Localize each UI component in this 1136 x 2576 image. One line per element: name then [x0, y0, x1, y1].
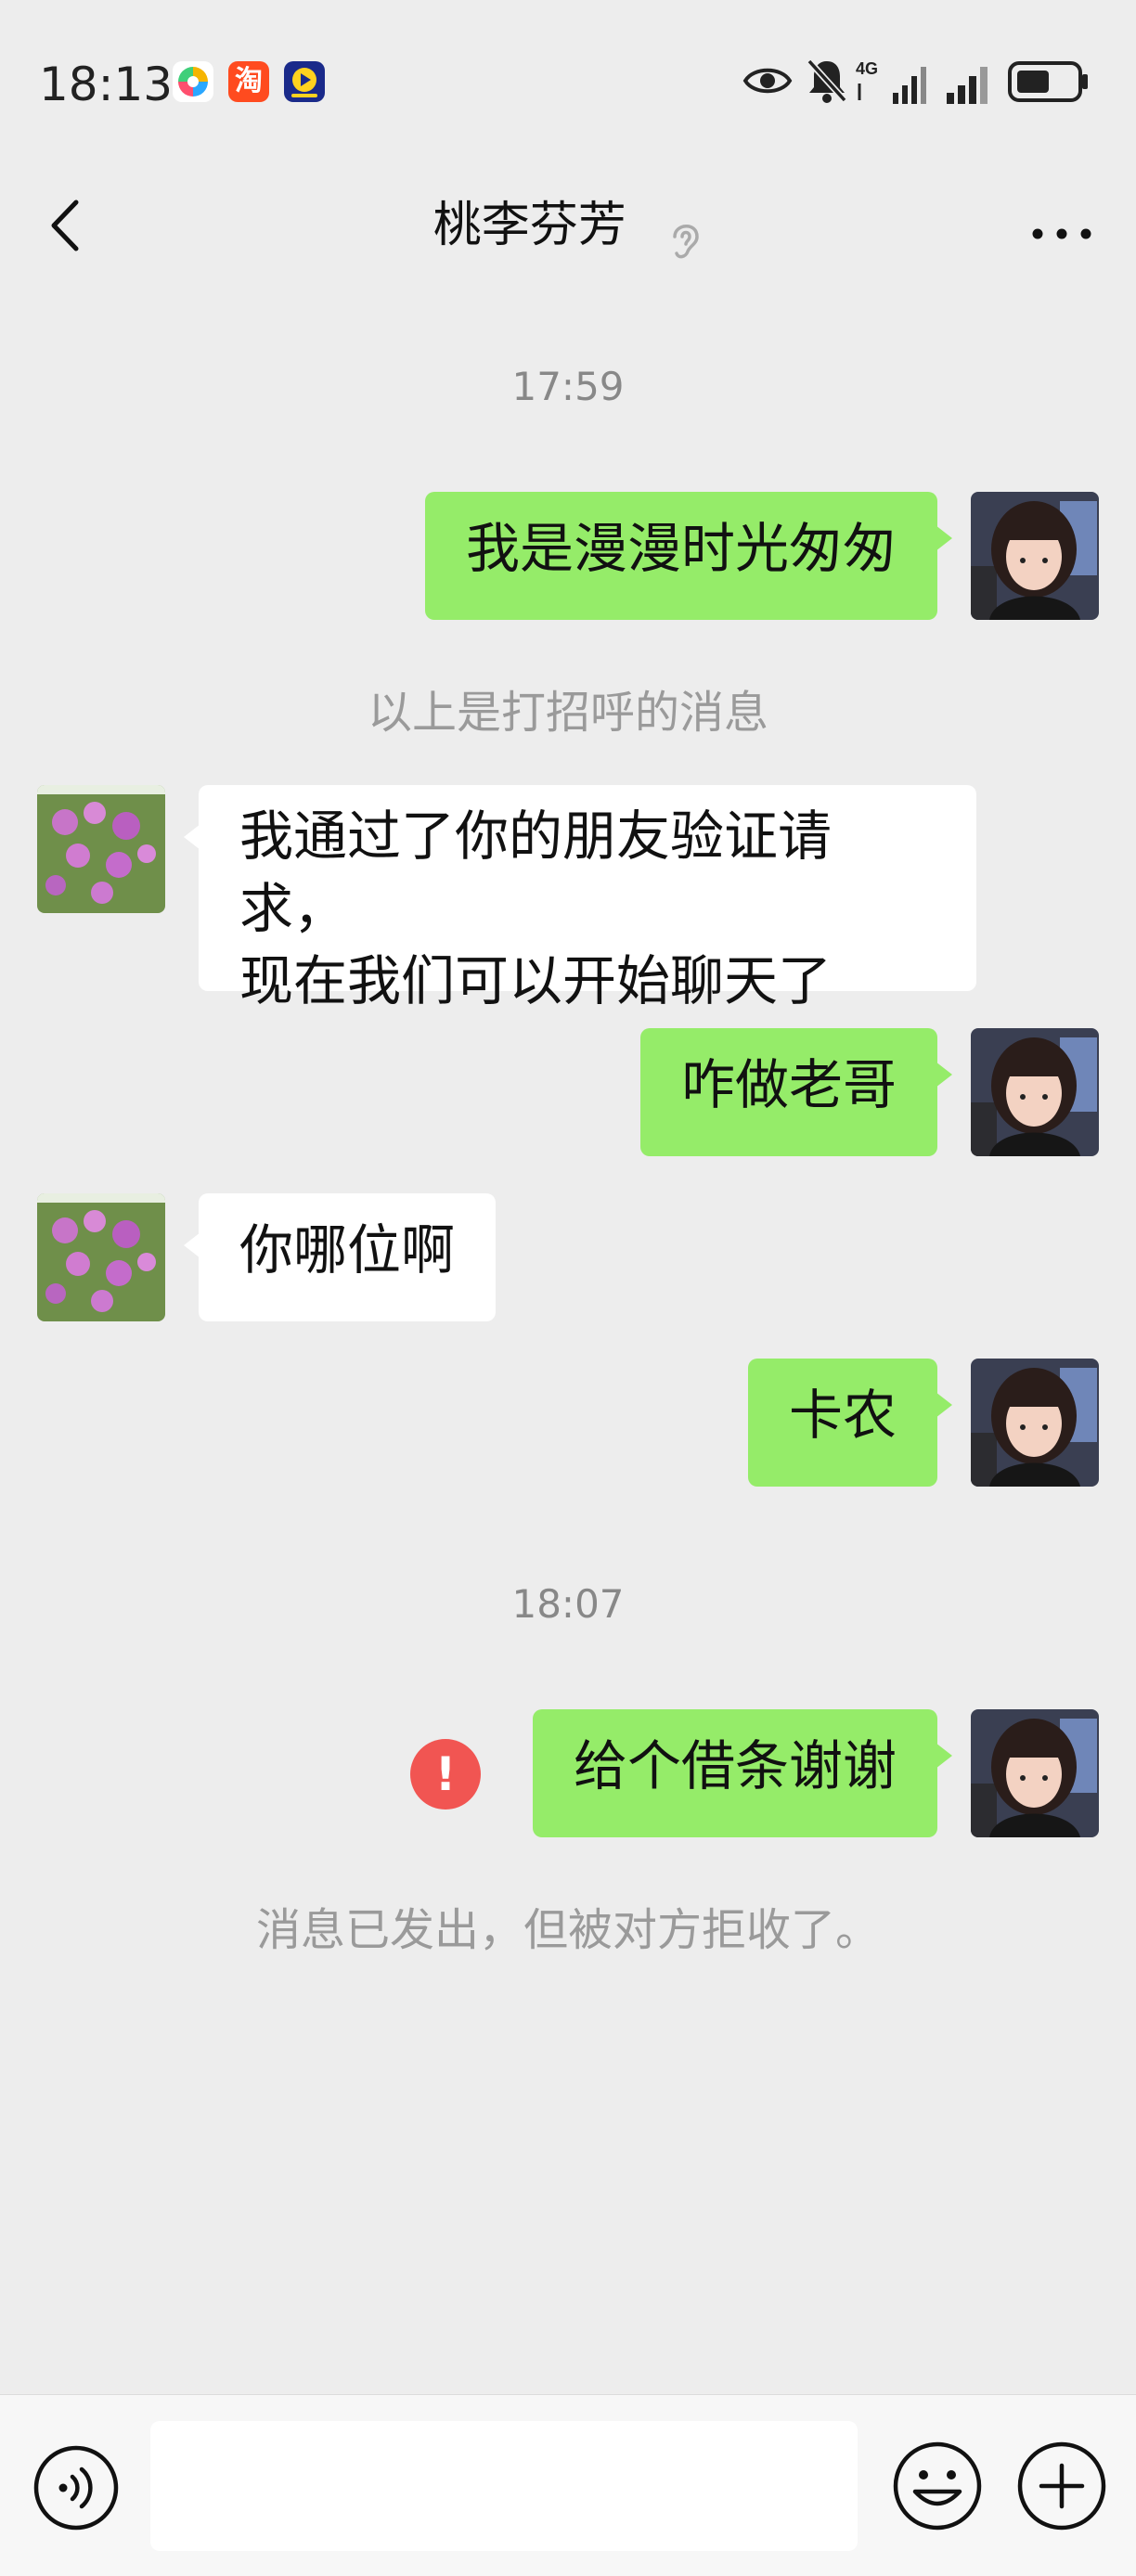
- chat-screen: 18:13 淘 4G 桃李芬芳 17:59 我是漫漫时光匆匆 以上是打招呼的消息…: [0, 0, 1136, 2576]
- my-avatar[interactable]: [971, 1359, 1099, 1487]
- ear-icon: [665, 205, 703, 259]
- rejected-notice: 消息已发出，但被对方拒收了。: [255, 1904, 880, 1956]
- my-message-bubble[interactable]: 卡农: [747, 1359, 937, 1487]
- 4g-signal-icon: 4G: [856, 56, 930, 109]
- more-button[interactable]: [1025, 187, 1099, 262]
- message-text: 给个借条谢谢: [573, 1734, 897, 1797]
- my-message-bubble[interactable]: 给个借条谢谢: [532, 1709, 937, 1837]
- status-time: 18:13: [39, 58, 174, 111]
- video-app-icon: [284, 61, 325, 102]
- plus-icon: [1017, 2441, 1106, 2531]
- eye-icon: [742, 56, 793, 109]
- message-text-line: 我通过了你的朋友验证请求，: [239, 805, 833, 940]
- signal-icon: [945, 56, 997, 109]
- input-bar: [0, 2394, 1136, 2576]
- chat-title: 桃李芬芳: [432, 198, 626, 253]
- network-label: 4G: [856, 59, 878, 78]
- timestamp: 17:59: [511, 364, 625, 409]
- emoji-button[interactable]: [889, 2438, 986, 2534]
- my-avatar[interactable]: [971, 1709, 1099, 1837]
- message-text: 卡农: [788, 1384, 897, 1447]
- status-bar: 18:13 淘 4G: [0, 0, 1136, 167]
- chat-header: 桃李芬芳: [0, 167, 1136, 288]
- my-message-bubble[interactable]: 我是漫漫时光匆匆: [424, 492, 937, 620]
- multicolor-app-icon: [173, 61, 213, 102]
- message-text: 你哪位啊: [239, 1218, 456, 1282]
- contact-message-bubble[interactable]: 你哪位啊: [199, 1193, 497, 1321]
- system-notice: 以上是打招呼的消息: [367, 687, 768, 739]
- contact-avatar[interactable]: [37, 785, 165, 913]
- send-error-icon[interactable]: !: [410, 1739, 481, 1810]
- my-avatar[interactable]: [971, 1028, 1099, 1156]
- contact-avatar[interactable]: [37, 1193, 165, 1321]
- message-input[interactable]: [150, 2421, 858, 2551]
- message-text: 咋做老哥: [680, 1053, 897, 1116]
- voice-icon: [33, 2445, 119, 2531]
- taobao-label: 淘: [235, 65, 263, 97]
- voice-button[interactable]: [32, 2443, 121, 2532]
- my-message-bubble[interactable]: 咋做老哥: [639, 1028, 937, 1156]
- more-functions-button[interactable]: [1013, 2438, 1110, 2534]
- mute-bell-icon: [804, 56, 850, 109]
- my-avatar[interactable]: [971, 492, 1099, 620]
- chat-title-area: 桃李芬芳: [0, 184, 1136, 267]
- more-dots-icon: [1032, 228, 1091, 239]
- taobao-icon: 淘: [228, 61, 269, 102]
- emoji-icon: [893, 2441, 982, 2531]
- contact-message-bubble[interactable]: 我通过了你的朋友验证请求， 现在我们可以开始聊天了: [199, 785, 976, 1012]
- message-text-line: 现在我们可以开始聊天了: [239, 949, 833, 1012]
- battery-icon: [1008, 56, 1091, 109]
- message-text: 我是漫漫时光匆匆: [465, 517, 897, 580]
- timestamp: 18:07: [511, 1581, 625, 1627]
